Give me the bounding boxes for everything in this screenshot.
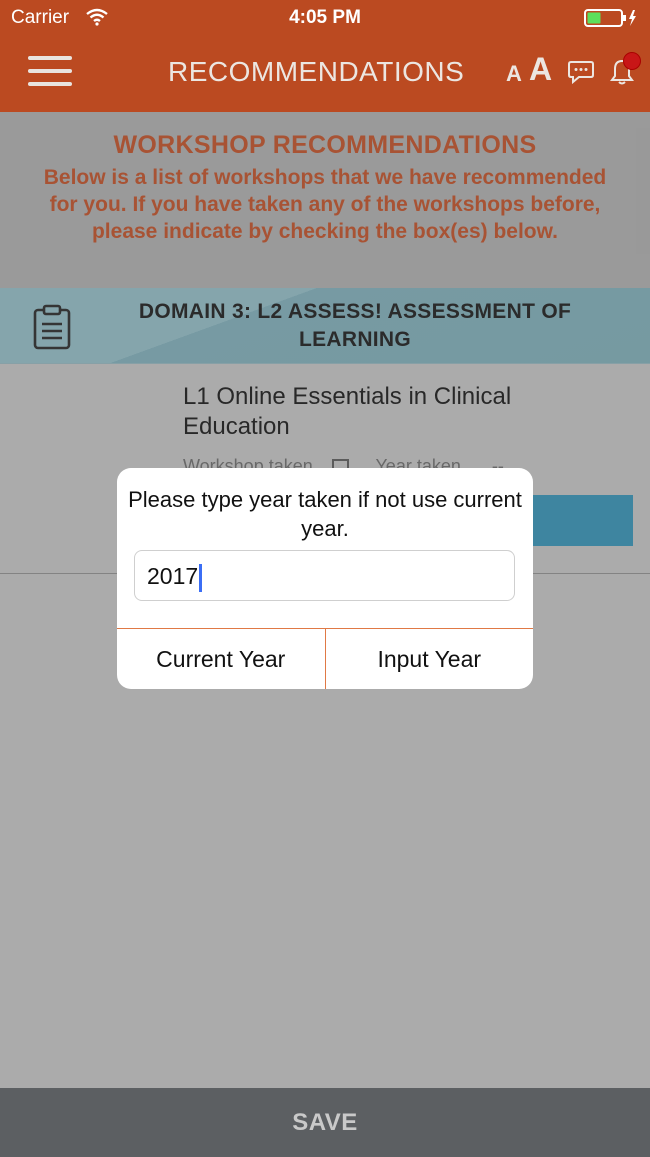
- dialog-button-row: Current Year Input Year: [117, 628, 533, 689]
- text-caret: [199, 563, 203, 592]
- chat-icon[interactable]: [568, 60, 594, 84]
- font-decrease-button[interactable]: A: [506, 61, 522, 87]
- dialog-message: Please type year taken if not use curren…: [128, 487, 522, 541]
- notification-badge: [623, 52, 641, 70]
- menu-icon[interactable]: [28, 56, 72, 88]
- year-dialog: Please type year taken if not use curren…: [117, 468, 533, 689]
- input-year-button[interactable]: Input Year: [326, 629, 534, 689]
- current-year-button[interactable]: Current Year: [117, 629, 326, 689]
- status-bar: Carrier 4:05 PM: [0, 0, 650, 36]
- save-button[interactable]: SAVE: [0, 1088, 650, 1157]
- battery-icon: [584, 9, 636, 27]
- font-increase-button[interactable]: A: [529, 51, 552, 88]
- year-input[interactable]: 2017: [134, 550, 515, 601]
- nav-bar: RECOMMENDATIONS A A: [0, 36, 650, 112]
- year-input-value: 2017: [147, 563, 199, 589]
- page-title: RECOMMENDATIONS: [168, 56, 465, 87]
- clock: 4:05 PM: [289, 7, 361, 28]
